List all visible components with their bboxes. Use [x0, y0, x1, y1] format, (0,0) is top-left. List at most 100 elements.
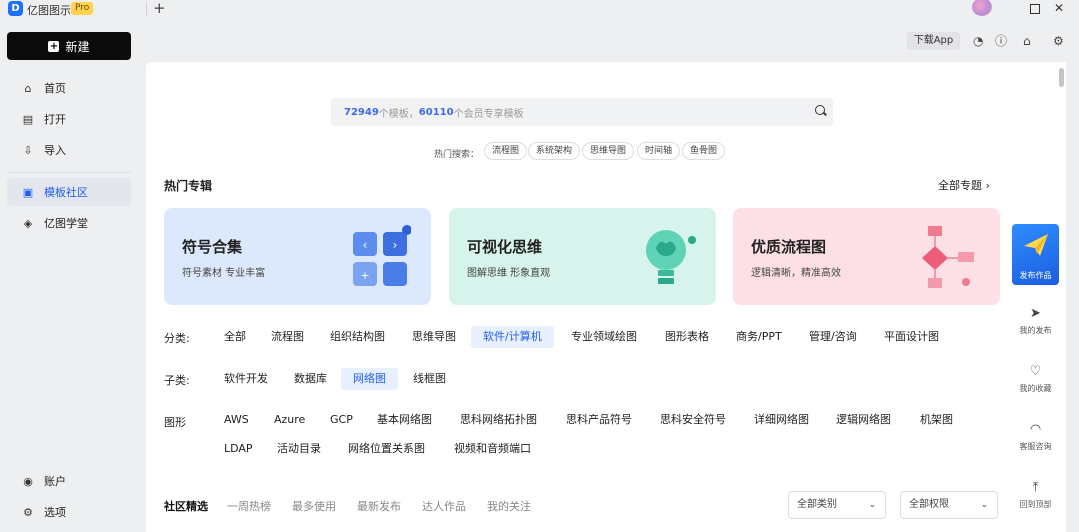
category-label: 分类:	[164, 332, 190, 345]
app-name: 亿图图示	[27, 4, 71, 17]
side-tool-label: 客服咨询	[1019, 442, 1052, 451]
customer-service-button[interactable]: ◠ 客服咨询	[1012, 411, 1059, 467]
shape-item[interactable]: 思科产品符号	[566, 409, 632, 431]
title-bar: D 亿图图示 Pro + ✕	[0, 0, 1079, 18]
home-icon: ⌂	[24, 81, 32, 95]
shapes-label: 图形	[164, 416, 186, 429]
settings-icon: ⚙	[23, 505, 33, 519]
search-icon[interactable]	[815, 105, 825, 115]
sidebar-item-school[interactable]: ◈ 亿图学堂	[7, 209, 131, 237]
sidebar-item-label: 导入	[44, 144, 66, 157]
member-template-text: 个会员专享模板	[453, 108, 524, 120]
sidebar-item-options[interactable]: ⚙ 选项	[7, 498, 131, 526]
subcategory-item-selected[interactable]: 网络图	[341, 368, 398, 390]
paper-plane-icon	[1024, 234, 1048, 256]
shape-item[interactable]: 基本网络图	[377, 409, 432, 431]
gear-icon[interactable]: ⚙	[1053, 32, 1064, 50]
subcategory-item[interactable]: 数据库	[294, 368, 327, 390]
topic-card-visual-thinking[interactable]: 可视化思维 图解思维 形象直观	[449, 208, 716, 305]
shape-item[interactable]: 思科网络拓扑图	[460, 409, 537, 431]
shape-item[interactable]: 思科安全符号	[660, 409, 726, 431]
tab-expert-works[interactable]: 达人作品	[422, 498, 466, 514]
my-favorites-button[interactable]: ♡ 我的收藏	[1012, 353, 1059, 409]
category-filter-select[interactable]: 全部类别 ⌄	[788, 491, 886, 519]
permission-filter-select[interactable]: 全部权限 ⌄	[900, 491, 998, 519]
category-item[interactable]: 商务/PPT	[736, 326, 782, 348]
new-document-button[interactable]: + 新建	[7, 32, 131, 60]
sidebar-divider	[7, 172, 131, 173]
download-app-button[interactable]: 下载App	[907, 32, 960, 50]
sidebar-item-home[interactable]: ⌂ 首页	[7, 74, 131, 102]
sidebar-item-account[interactable]: ◉ 账户	[7, 467, 131, 495]
my-publish-button[interactable]: ➤ 我的发布	[1012, 295, 1059, 351]
sidebar: + 新建 ⌂ 首页 ▤ 打开 ⇩ 导入 ▣ 模板社区 ◈ 亿图学堂 ◉ 账户 ⚙…	[0, 18, 146, 532]
tab-weekly-hot[interactable]: 一周热榜	[227, 498, 271, 514]
sidebar-item-label: 账户	[44, 475, 66, 488]
permission-filter-value: 全部权限	[909, 499, 949, 510]
hot-search-chip[interactable]: 系统架构	[528, 142, 581, 160]
topic-card-flowcharts[interactable]: 优质流程图 逻辑清晰，精准高效	[733, 208, 1000, 305]
sidebar-item-template-community[interactable]: ▣ 模板社区	[7, 178, 131, 206]
side-tool-label: 回到顶部	[1019, 500, 1052, 509]
hot-search-chip[interactable]: 思维导图	[582, 142, 635, 160]
hot-search-chip[interactable]: 流程图	[484, 142, 528, 160]
shape-item[interactable]: GCP	[330, 409, 353, 431]
back-to-top-button[interactable]: ⤒ 回到顶部	[1012, 469, 1059, 532]
shape-item[interactable]: 视频和音频端口	[454, 438, 531, 460]
theme-icon[interactable]: ⌂	[1023, 32, 1031, 50]
sidebar-item-label: 模板社区	[44, 186, 88, 199]
category-item[interactable]: 图形表格	[665, 326, 709, 348]
app-logo-icon: D	[8, 1, 23, 16]
template-count: 72949	[344, 106, 379, 118]
side-tool-label: 我的发布	[1019, 326, 1052, 335]
sidebar-item-label: 亿图学堂	[44, 217, 88, 230]
hot-search-chip[interactable]: 鱼骨图	[682, 142, 726, 160]
close-window-button[interactable]: ✕	[1054, 1, 1064, 15]
bell-icon[interactable]: ◔	[973, 32, 983, 50]
category-item[interactable]: 专业领域绘图	[571, 326, 637, 348]
template-count-text: 个模板，	[378, 108, 419, 120]
help-icon[interactable]: ⓘ	[995, 32, 1007, 50]
shape-item[interactable]: 详细网络图	[754, 409, 809, 431]
sidebar-item-import[interactable]: ⇩ 导入	[7, 136, 131, 164]
tab-newest[interactable]: 最新发布	[357, 498, 401, 514]
category-item[interactable]: 全部	[224, 326, 246, 348]
user-avatar[interactable]	[972, 0, 992, 16]
shape-item[interactable]: Azure	[274, 409, 305, 431]
shape-item[interactable]: 网络位置关系图	[348, 438, 425, 460]
shape-item[interactable]: 逻辑网络图	[836, 409, 891, 431]
subcategory-item[interactable]: 线框图	[413, 368, 446, 390]
hot-search-chip[interactable]: 时间轴	[637, 142, 681, 160]
category-item[interactable]: 流程图	[271, 326, 304, 348]
topic-card-symbols[interactable]: 符号合集 符号素材 专业丰富 ‹ › +	[164, 208, 431, 305]
sidebar-item-label: 打开	[44, 113, 66, 126]
tab-following[interactable]: 我的关注	[487, 498, 531, 514]
subcategory-item[interactable]: 软件开发	[224, 368, 268, 390]
account-icon: ◉	[23, 474, 33, 488]
category-item[interactable]: 思维导图	[412, 326, 456, 348]
scrollbar-thumb[interactable]	[1059, 68, 1064, 87]
card-title: 符号合集	[182, 238, 243, 256]
publish-work-button[interactable]: 发布作品	[1012, 224, 1059, 285]
category-item[interactable]: 平面设计图	[884, 326, 939, 348]
top-icon: ⤒	[1032, 480, 1039, 495]
card-subtitle: 符号素材 专业丰富	[182, 268, 266, 279]
headset-icon: ◠	[1029, 422, 1042, 437]
sidebar-item-open[interactable]: ▤ 打开	[7, 105, 131, 133]
category-item[interactable]: 组织结构图	[330, 326, 385, 348]
shape-item[interactable]: 机架图	[920, 409, 953, 431]
subcategory-label: 子类:	[164, 374, 190, 387]
maximize-icon[interactable]	[1030, 4, 1040, 14]
hot-search-label: 热门搜索：	[434, 150, 480, 160]
all-topics-link[interactable]: 全部专题 ›	[938, 177, 990, 193]
shape-item[interactable]: AWS	[224, 409, 249, 431]
import-icon: ⇩	[23, 143, 33, 157]
shape-item[interactable]: 活动目录	[277, 438, 321, 460]
category-item[interactable]: 管理/咨询	[809, 326, 857, 348]
category-item-selected[interactable]: 软件/计算机	[471, 326, 554, 348]
new-tab-button[interactable]: +	[153, 0, 166, 17]
tab-community-picks[interactable]: 社区精选	[164, 498, 208, 514]
search-input[interactable]: 72949 个模板， 60110 个会员专享模板	[331, 98, 833, 126]
tab-most-used[interactable]: 最多使用	[292, 498, 336, 514]
shape-item[interactable]: LDAP	[224, 438, 253, 460]
